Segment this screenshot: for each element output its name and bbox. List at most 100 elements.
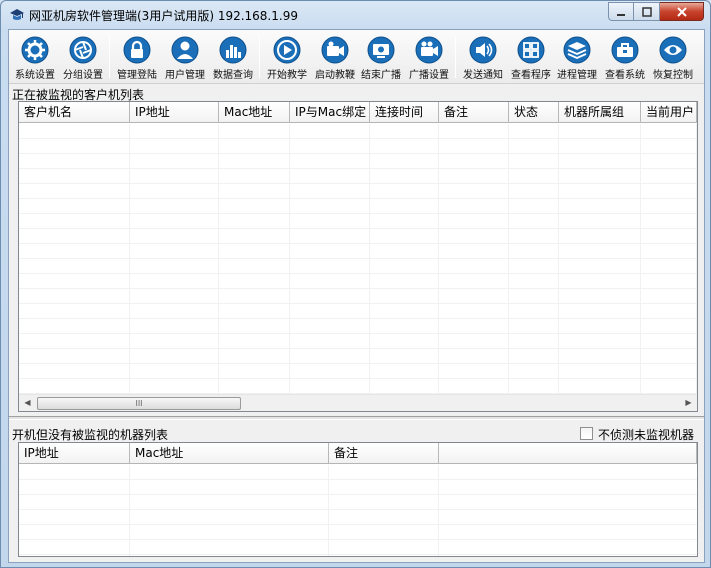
- title-bar[interactable]: 网亚机房软件管理端(3用户试用版) 192.168.1.99: [1, 1, 710, 29]
- column-header[interactable]: IP地址: [130, 102, 219, 123]
- column-gridline: [328, 465, 329, 556]
- column-header[interactable]: Mac地址: [130, 443, 329, 464]
- empty-table-row: [19, 319, 697, 334]
- speaker-icon: [469, 36, 497, 64]
- toolbar-button-4[interactable]: 数据查询: [209, 34, 257, 82]
- toolbar-button-1[interactable]: 分组设置: [59, 34, 107, 82]
- toolbar-button-8[interactable]: 广播设置: [405, 34, 453, 82]
- column-gridline: [558, 124, 559, 393]
- toolbar-button-label: 发送通知: [463, 70, 503, 81]
- camera-icon: [321, 36, 349, 64]
- no-detect-checkbox[interactable]: [580, 427, 593, 440]
- empty-table-row: [19, 154, 697, 169]
- toolbar-button-label: 分组设置: [63, 70, 103, 81]
- horizontal-scrollbar[interactable]: ◀ III ▶: [19, 394, 697, 411]
- toolbar-separator: [259, 36, 260, 78]
- toolbar-button-label: 用户管理: [165, 70, 205, 81]
- column-header[interactable]: 客户机名: [19, 102, 130, 123]
- pane-splitter[interactable]: [9, 416, 704, 420]
- column-gridline: [640, 124, 641, 393]
- empty-table-row: [19, 495, 697, 510]
- user-icon: [171, 36, 199, 64]
- layers-icon: [563, 36, 591, 64]
- toolbar-button-label: 进程管理: [557, 70, 597, 81]
- scrollbar-thumb[interactable]: III: [37, 397, 241, 410]
- video-camera-icon: [415, 36, 443, 64]
- toolbar-button-label: 查看程序: [511, 70, 551, 81]
- column-header[interactable]: 状态: [509, 102, 559, 123]
- toolbar-button-5[interactable]: 开始教学: [263, 34, 311, 82]
- empty-table-row: [19, 540, 697, 555]
- empty-table-row: [19, 124, 697, 139]
- empty-table-row: [19, 465, 697, 480]
- main-toolbar: 系统设置 分组设置 管理登陆 用户管理 数据查询 开始教学 启动教鞭 结束广播 广播设置 发送通知…: [9, 30, 704, 84]
- toolbar-button-label: 恢复控制: [653, 70, 693, 81]
- table-header: 客户机名 IP地址 Mac地址 IP与Mac绑定 连接时间 备注 状态 机器所属组 当前用户: [19, 102, 697, 123]
- window-title: 网亚机房软件管理端(3用户试用版) 192.168.1.99: [29, 9, 298, 23]
- column-header[interactable]: 备注: [329, 443, 439, 464]
- empty-table-row: [19, 510, 697, 525]
- app-logo-icon: [10, 9, 24, 20]
- close-icon: [676, 6, 687, 17]
- toolbar-button-label: 管理登陆: [117, 70, 157, 81]
- table-body: [19, 465, 697, 555]
- caption-buttons: [608, 2, 704, 21]
- lock-icon: [123, 36, 151, 64]
- toolbox-icon: [611, 36, 639, 64]
- column-gridline: [129, 124, 130, 393]
- scroll-right-arrow-icon[interactable]: ▶: [680, 395, 697, 411]
- toolbar-button-label: 结束广播: [361, 70, 401, 81]
- column-gridline: [129, 465, 130, 556]
- table-body: [19, 124, 697, 394]
- column-header[interactable]: IP与Mac绑定: [290, 102, 370, 123]
- column-header[interactable]: Mac地址: [219, 102, 290, 123]
- column-header[interactable]: 当前用户: [641, 102, 697, 123]
- maximize-button[interactable]: [634, 2, 660, 21]
- empty-table-row: [19, 364, 697, 379]
- minimize-button[interactable]: [608, 2, 634, 21]
- empty-table-row: [19, 379, 697, 394]
- column-header[interactable]: IP地址: [19, 443, 130, 464]
- toolbar-button-10[interactable]: 查看程序: [507, 34, 555, 82]
- toolbar-button-9[interactable]: 发送通知: [459, 34, 507, 82]
- bar-chart-icon: [219, 36, 247, 64]
- toolbar-button-2[interactable]: 管理登陆: [113, 34, 161, 82]
- toolbar-button-13[interactable]: 恢复控制: [649, 34, 697, 82]
- unmonitored-list-label: 开机但没有被监视的机器列表: [12, 426, 172, 443]
- toolbar-button-0[interactable]: 系统设置: [11, 34, 59, 82]
- toolbar-button-12[interactable]: 查看系统: [601, 34, 649, 82]
- toolbar-button-label: 开始教学: [267, 70, 307, 81]
- grid-icon: [517, 36, 545, 64]
- unmonitored-machines-table[interactable]: IP地址 Mac地址 备注: [18, 442, 698, 557]
- toolbar-button-3[interactable]: 用户管理: [161, 34, 209, 82]
- toolbar-button-11[interactable]: 进程管理: [553, 34, 601, 82]
- toolbar-button-6[interactable]: 启动教鞭: [311, 34, 359, 82]
- toolbar-button-7[interactable]: 结束广播: [357, 34, 405, 82]
- column-header[interactable]: 连接时间: [370, 102, 439, 123]
- table-header: IP地址 Mac地址 备注: [19, 443, 697, 464]
- close-button[interactable]: [660, 2, 704, 21]
- empty-table-row: [19, 525, 697, 540]
- eye-icon: [659, 36, 687, 64]
- scroll-left-arrow-icon[interactable]: ◀: [19, 395, 36, 411]
- empty-table-row: [19, 184, 697, 199]
- column-header[interactable]: 备注: [439, 102, 509, 123]
- empty-table-row: [19, 304, 697, 319]
- empty-table-row: [19, 259, 697, 274]
- main-window: 网亚机房软件管理端(3用户试用版) 192.168.1.99 系统设置 分组设置 管…: [0, 0, 711, 568]
- column-gridline: [289, 124, 290, 393]
- no-detect-checkbox-label[interactable]: 不侦测未监视机器: [598, 426, 694, 443]
- empty-table-row: [19, 289, 697, 304]
- client-area: 系统设置 分组设置 管理登陆 用户管理 数据查询 开始教学 启动教鞭 结束广播 广播设置 发送通知…: [8, 29, 705, 563]
- empty-table-row: [19, 480, 697, 495]
- aperture-icon: [69, 36, 97, 64]
- empty-table-row: [19, 229, 697, 244]
- maximize-icon: [641, 6, 652, 17]
- empty-table-row: [19, 244, 697, 259]
- toolbar-button-label: 启动教鞭: [315, 70, 355, 81]
- empty-table-row: [19, 214, 697, 229]
- monitored-clients-table[interactable]: 客户机名 IP地址 Mac地址 IP与Mac绑定 连接时间 备注 状态 机器所属组 当前用户 ◀…: [18, 101, 698, 412]
- empty-table-row: [19, 349, 697, 364]
- column-header[interactable]: 机器所属组: [559, 102, 641, 123]
- column-gridline: [508, 124, 509, 393]
